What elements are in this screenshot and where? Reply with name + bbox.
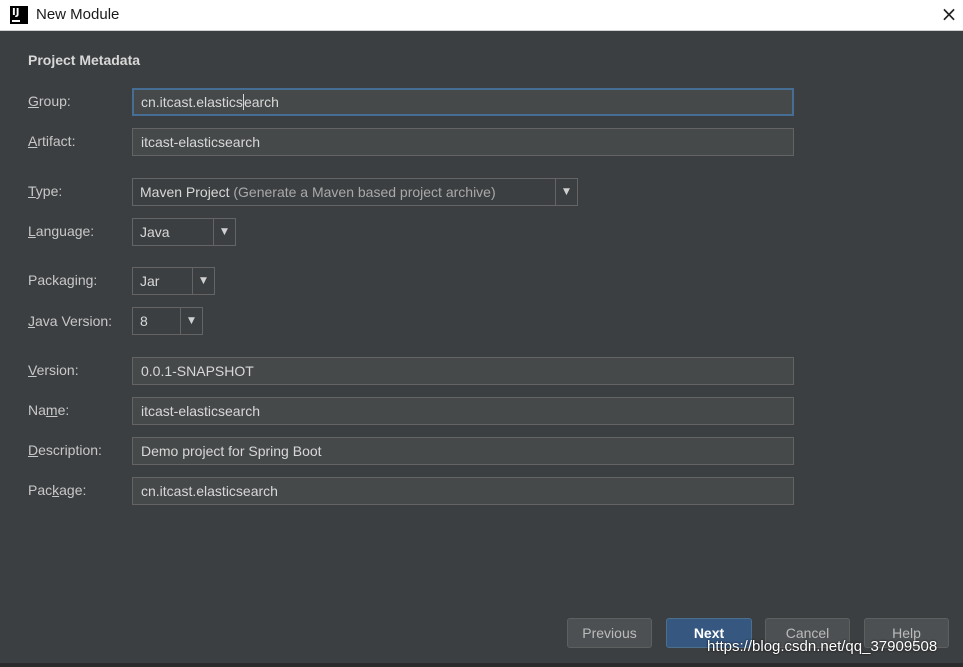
chevron-down-icon[interactable]: ▼ (213, 219, 235, 245)
java-version-label: Java Version: (28, 313, 113, 329)
chevron-down-icon[interactable]: ▼ (555, 179, 577, 205)
version-label: Version: (28, 362, 79, 378)
chevron-down-icon[interactable]: ▼ (192, 268, 214, 294)
description-input[interactable]: Demo project for Spring Boot (132, 437, 794, 465)
language-dropdown[interactable]: Java ▼ (132, 218, 236, 246)
bottom-strip (0, 663, 963, 667)
package-input[interactable]: cn.itcast.elasticsearch (132, 477, 794, 505)
name-label: Name: (28, 402, 70, 418)
chevron-down-icon[interactable]: ▼ (180, 308, 202, 334)
language-label: Language: (28, 223, 95, 239)
section-title: Project Metadata (28, 52, 141, 68)
packaging-label: Packaging: (28, 272, 98, 288)
java-version-dropdown[interactable]: 8 ▼ (132, 307, 203, 335)
description-label: Description: (28, 442, 102, 458)
previous-button[interactable]: Previous (567, 618, 652, 648)
type-dropdown[interactable]: Maven Project (Generate a Maven based pr… (132, 178, 578, 206)
group-input[interactable]: cn.itcast.elasticsearch (132, 88, 794, 116)
package-label: Package: (28, 482, 87, 498)
window-title: New Module (36, 6, 120, 23)
name-input[interactable]: itcast-elasticsearch (132, 397, 794, 425)
close-icon[interactable]: × (938, 3, 960, 25)
packaging-dropdown[interactable]: Jar ▼ (132, 267, 215, 295)
group-label: Group: (28, 93, 71, 109)
title-bar: IJ New Module × (0, 0, 963, 31)
watermark-url: https://blog.csdn.net/qq_37909508 (707, 638, 938, 655)
artifact-input[interactable]: itcast-elasticsearch (132, 128, 794, 156)
dialog-content: Project Metadata Group: cn.itcast.elasti… (2, 31, 961, 667)
intellij-app-icon: IJ (10, 6, 28, 24)
type-label: Type: (28, 183, 63, 199)
artifact-label: Artifact: (28, 133, 76, 149)
version-input[interactable]: 0.0.1-SNAPSHOT (132, 357, 794, 385)
